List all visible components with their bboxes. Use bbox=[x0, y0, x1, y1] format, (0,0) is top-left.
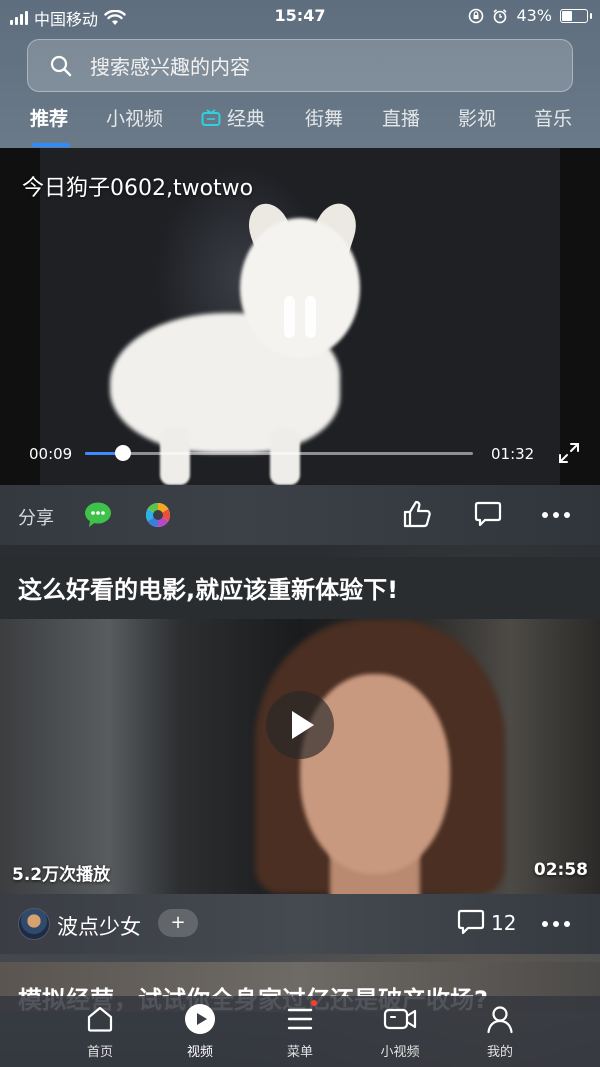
author-bar: 波点少女 + 12 bbox=[0, 894, 600, 954]
moments-share-icon[interactable] bbox=[144, 501, 172, 529]
video-title: 今日狗子0602,twotwo bbox=[22, 176, 254, 201]
view-count: 5.2万次播放 bbox=[12, 865, 111, 885]
bottom-navigation: 首页 视频 菜单 小视频 我的 bbox=[0, 996, 600, 1067]
rotation-lock-icon bbox=[469, 8, 484, 23]
nav-home[interactable]: 首页 bbox=[55, 1004, 145, 1060]
total-time: 01:32 bbox=[491, 445, 535, 463]
share-label: 分享 bbox=[18, 508, 54, 529]
tab-label: 音乐 bbox=[534, 108, 573, 130]
nav-label: 小视频 bbox=[380, 1045, 420, 1060]
nav-label: 视频 bbox=[186, 1045, 213, 1060]
nav-label: 我的 bbox=[486, 1045, 513, 1060]
battery-icon bbox=[560, 8, 592, 23]
tab-label: 小视频 bbox=[106, 108, 164, 130]
alarm-icon bbox=[493, 8, 507, 23]
current-time: 00:09 bbox=[29, 445, 73, 463]
tab-label: 直播 bbox=[382, 108, 421, 130]
progress-slider[interactable] bbox=[85, 445, 473, 461]
tab-label: 影视 bbox=[458, 108, 497, 130]
tab-label: 推荐 bbox=[30, 108, 69, 130]
nav-video[interactable]: 视频 bbox=[155, 1004, 245, 1060]
comment-icon[interactable] bbox=[474, 500, 502, 528]
tab-live[interactable]: 直播 bbox=[382, 104, 420, 131]
pause-button[interactable] bbox=[280, 296, 320, 338]
fullscreen-icon[interactable] bbox=[558, 442, 580, 464]
nav-menu[interactable]: 菜单 bbox=[255, 1000, 345, 1060]
author-name[interactable]: 波点少女 bbox=[57, 911, 141, 941]
tab-classic[interactable]: 经典 bbox=[201, 104, 265, 131]
status-bar: 中国移动 15:47 43% bbox=[0, 0, 600, 34]
follow-button[interactable]: + bbox=[158, 909, 198, 937]
comment-icon[interactable] bbox=[457, 908, 485, 936]
like-icon[interactable] bbox=[402, 499, 432, 529]
video-thumbnail-2[interactable]: 5.2万次播放 02:58 bbox=[0, 619, 600, 894]
profile-icon bbox=[487, 1006, 513, 1034]
more-options-icon[interactable] bbox=[542, 512, 570, 518]
video-duration: 02:58 bbox=[533, 860, 588, 880]
video-player-1[interactable]: 今日狗子0602,twotwo 00:09 01:32 bbox=[0, 148, 600, 485]
nav-short-video[interactable]: 小视频 bbox=[355, 1004, 445, 1060]
category-tabs: 推荐 小视频 经典 街舞 直播 影视 音乐 bbox=[0, 104, 600, 148]
tab-short-video[interactable]: 小视频 bbox=[106, 104, 163, 131]
nav-label: 首页 bbox=[86, 1045, 113, 1060]
tab-recommend[interactable]: 推荐 bbox=[30, 104, 68, 131]
menu-icon bbox=[287, 1008, 313, 1030]
progress-knob[interactable] bbox=[115, 445, 132, 461]
search-icon bbox=[50, 55, 72, 77]
camera-icon bbox=[383, 1008, 417, 1030]
active-tab-indicator bbox=[32, 143, 70, 147]
home-icon bbox=[87, 1006, 113, 1032]
video-title[interactable]: 这么好看的电影,就应该重新体验下! bbox=[18, 570, 398, 605]
tab-music[interactable]: 音乐 bbox=[534, 104, 572, 131]
search-bar[interactable] bbox=[27, 39, 573, 92]
tab-label: 街舞 bbox=[305, 108, 344, 130]
comment-count: 12 bbox=[491, 911, 517, 935]
nav-label: 菜单 bbox=[286, 1045, 313, 1060]
more-options-icon[interactable] bbox=[542, 921, 570, 927]
wechat-share-icon[interactable] bbox=[84, 501, 114, 529]
nav-profile[interactable]: 我的 bbox=[455, 1004, 545, 1060]
play-button[interactable] bbox=[266, 691, 334, 759]
avatar[interactable] bbox=[18, 908, 50, 940]
battery-percent: 43% bbox=[516, 6, 552, 25]
tab-street-dance[interactable]: 街舞 bbox=[305, 104, 343, 131]
video-play-icon bbox=[185, 1004, 215, 1034]
notification-badge bbox=[311, 1000, 317, 1006]
tab-label: 经典 bbox=[227, 108, 266, 130]
search-input[interactable] bbox=[88, 48, 562, 86]
video-actions-bar: 分享 bbox=[0, 485, 600, 545]
tv-icon bbox=[201, 108, 221, 126]
tab-movies[interactable]: 影视 bbox=[458, 104, 496, 131]
